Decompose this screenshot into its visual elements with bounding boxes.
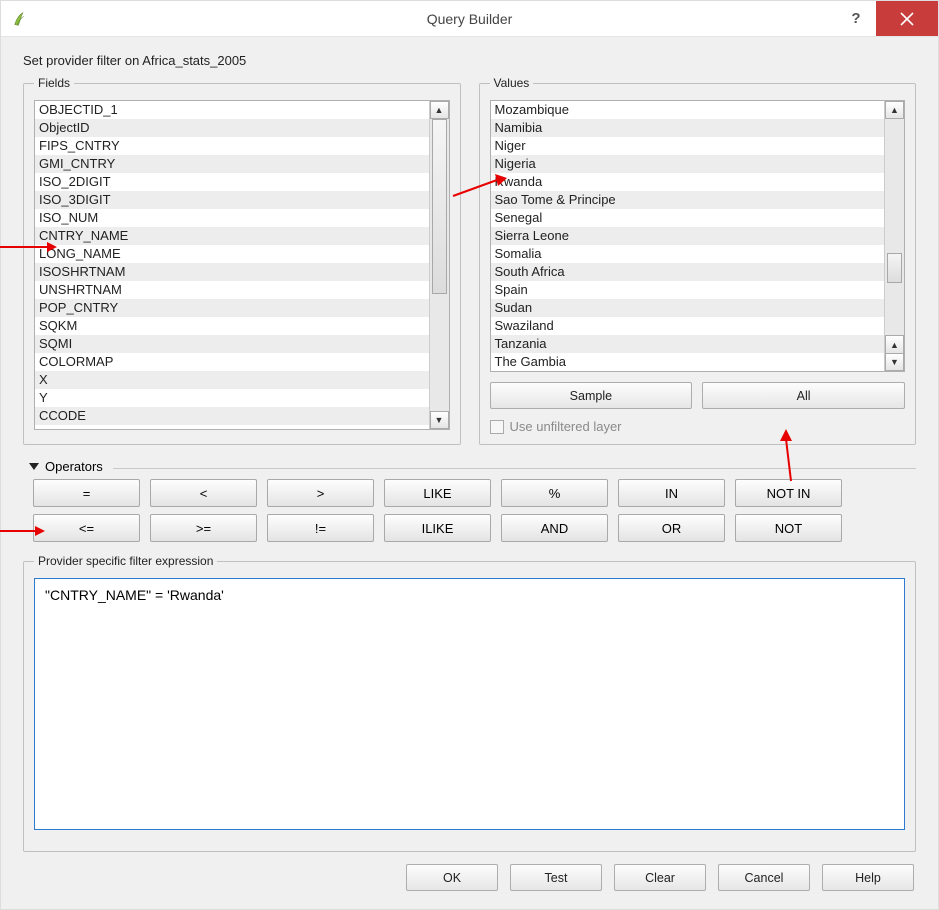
- list-item[interactable]: CNTRY_NAME: [35, 227, 429, 245]
- list-item[interactable]: Y: [35, 389, 429, 407]
- window-title: Query Builder: [427, 11, 513, 27]
- list-item[interactable]: South Africa: [491, 263, 885, 281]
- operator-button[interactable]: >=: [150, 514, 257, 542]
- list-item[interactable]: OBJECTID_1: [35, 101, 429, 119]
- list-item[interactable]: GMI_CNTRY: [35, 155, 429, 173]
- values-group: Values MozambiqueNamibiaNigerNigeriaRwan…: [479, 76, 917, 445]
- list-item[interactable]: Rwanda: [491, 173, 885, 191]
- subtitle-label: Set provider filter on Africa_stats_2005: [23, 53, 916, 68]
- help-button[interactable]: Help: [822, 864, 914, 891]
- values-listbox[interactable]: MozambiqueNamibiaNigerNigeriaRwandaSao T…: [490, 100, 906, 372]
- list-item[interactable]: ObjectID: [35, 119, 429, 137]
- scroll-thumb[interactable]: [432, 119, 447, 294]
- scroll-up-icon[interactable]: ▲: [885, 101, 904, 119]
- list-item[interactable]: Swaziland: [491, 317, 885, 335]
- fields-listbox[interactable]: OBJECTID_1ObjectIDFIPS_CNTRYGMI_CNTRYISO…: [34, 100, 450, 430]
- list-item[interactable]: ISOSHRTNAM: [35, 263, 429, 281]
- filter-group: Provider specific filter expression: [23, 554, 916, 852]
- unfiltered-label: Use unfiltered layer: [510, 419, 622, 434]
- operator-button[interactable]: >: [267, 479, 374, 507]
- operators-toggle[interactable]: Operators: [29, 459, 916, 474]
- operator-button[interactable]: AND: [501, 514, 608, 542]
- fields-legend: Fields: [34, 76, 74, 90]
- clear-button[interactable]: Clear: [614, 864, 706, 891]
- list-item[interactable]: ISO_NUM: [35, 209, 429, 227]
- list-item[interactable]: Sao Tome & Principe: [491, 191, 885, 209]
- fields-scrollbar[interactable]: ▲ ▼: [429, 101, 449, 429]
- operator-button[interactable]: LIKE: [384, 479, 491, 507]
- list-item[interactable]: Spain: [491, 281, 885, 299]
- close-button[interactable]: [876, 1, 938, 36]
- scroll-thumb[interactable]: [887, 253, 902, 283]
- operator-button[interactable]: =: [33, 479, 140, 507]
- operator-button[interactable]: NOT: [735, 514, 842, 542]
- cancel-button[interactable]: Cancel: [718, 864, 810, 891]
- list-item[interactable]: Nigeria: [491, 155, 885, 173]
- fields-group: Fields OBJECTID_1ObjectIDFIPS_CNTRYGMI_C…: [23, 76, 461, 445]
- filter-legend: Provider specific filter expression: [34, 554, 217, 568]
- scroll-up-icon[interactable]: ▲: [430, 101, 449, 119]
- list-item[interactable]: The Gambia: [491, 353, 885, 371]
- operator-button[interactable]: %: [501, 479, 608, 507]
- list-item[interactable]: POP_CNTRY: [35, 299, 429, 317]
- scroll-down-icon[interactable]: ▼: [885, 353, 904, 371]
- scroll-down-icon[interactable]: ▼: [430, 411, 449, 429]
- list-item[interactable]: AIDSCases: [35, 425, 429, 429]
- operators-legend: Operators: [45, 459, 103, 474]
- list-item[interactable]: Tanzania: [491, 335, 885, 353]
- operator-button[interactable]: <: [150, 479, 257, 507]
- operator-button[interactable]: IN: [618, 479, 725, 507]
- operator-button[interactable]: <=: [33, 514, 140, 542]
- list-item[interactable]: ISO_2DIGIT: [35, 173, 429, 191]
- help-button[interactable]: ?: [836, 1, 876, 36]
- operator-button[interactable]: OR: [618, 514, 725, 542]
- list-item[interactable]: UNSHRTNAM: [35, 281, 429, 299]
- close-icon: [900, 12, 914, 26]
- values-legend: Values: [490, 76, 534, 90]
- checkbox-icon[interactable]: [490, 420, 504, 434]
- list-item[interactable]: X: [35, 371, 429, 389]
- unfiltered-checkbox-row[interactable]: Use unfiltered layer: [490, 419, 906, 434]
- list-item[interactable]: Somalia: [491, 245, 885, 263]
- operator-button[interactable]: !=: [267, 514, 374, 542]
- titlebar: Query Builder ?: [1, 1, 938, 37]
- list-item[interactable]: Sudan: [491, 299, 885, 317]
- operator-button[interactable]: NOT IN: [735, 479, 842, 507]
- operator-button[interactable]: ILIKE: [384, 514, 491, 542]
- filter-expression-input[interactable]: [34, 578, 905, 830]
- operators-grid: = < > LIKE% IN NOT IN <= >= != ILIKE AND OR NOT: [23, 479, 916, 554]
- list-item[interactable]: COLORMAP: [35, 353, 429, 371]
- list-item[interactable]: Sierra Leone: [491, 227, 885, 245]
- app-icon: [11, 9, 31, 29]
- values-scrollbar[interactable]: ▲ ▲ ▼: [884, 101, 904, 371]
- scroll-up-small-icon[interactable]: ▲: [885, 335, 904, 353]
- list-item[interactable]: LONG_NAME: [35, 245, 429, 263]
- test-button[interactable]: Test: [510, 864, 602, 891]
- chevron-down-icon: [29, 463, 39, 470]
- list-item[interactable]: FIPS_CNTRY: [35, 137, 429, 155]
- list-item[interactable]: SQKM: [35, 317, 429, 335]
- list-item[interactable]: Niger: [491, 137, 885, 155]
- all-button[interactable]: All: [702, 382, 905, 409]
- list-item[interactable]: Senegal: [491, 209, 885, 227]
- ok-button[interactable]: OK: [406, 864, 498, 891]
- list-item[interactable]: Mozambique: [491, 101, 885, 119]
- list-item[interactable]: CCODE: [35, 407, 429, 425]
- list-item[interactable]: ISO_3DIGIT: [35, 191, 429, 209]
- sample-button[interactable]: Sample: [490, 382, 693, 409]
- list-item[interactable]: Namibia: [491, 119, 885, 137]
- list-item[interactable]: SQMI: [35, 335, 429, 353]
